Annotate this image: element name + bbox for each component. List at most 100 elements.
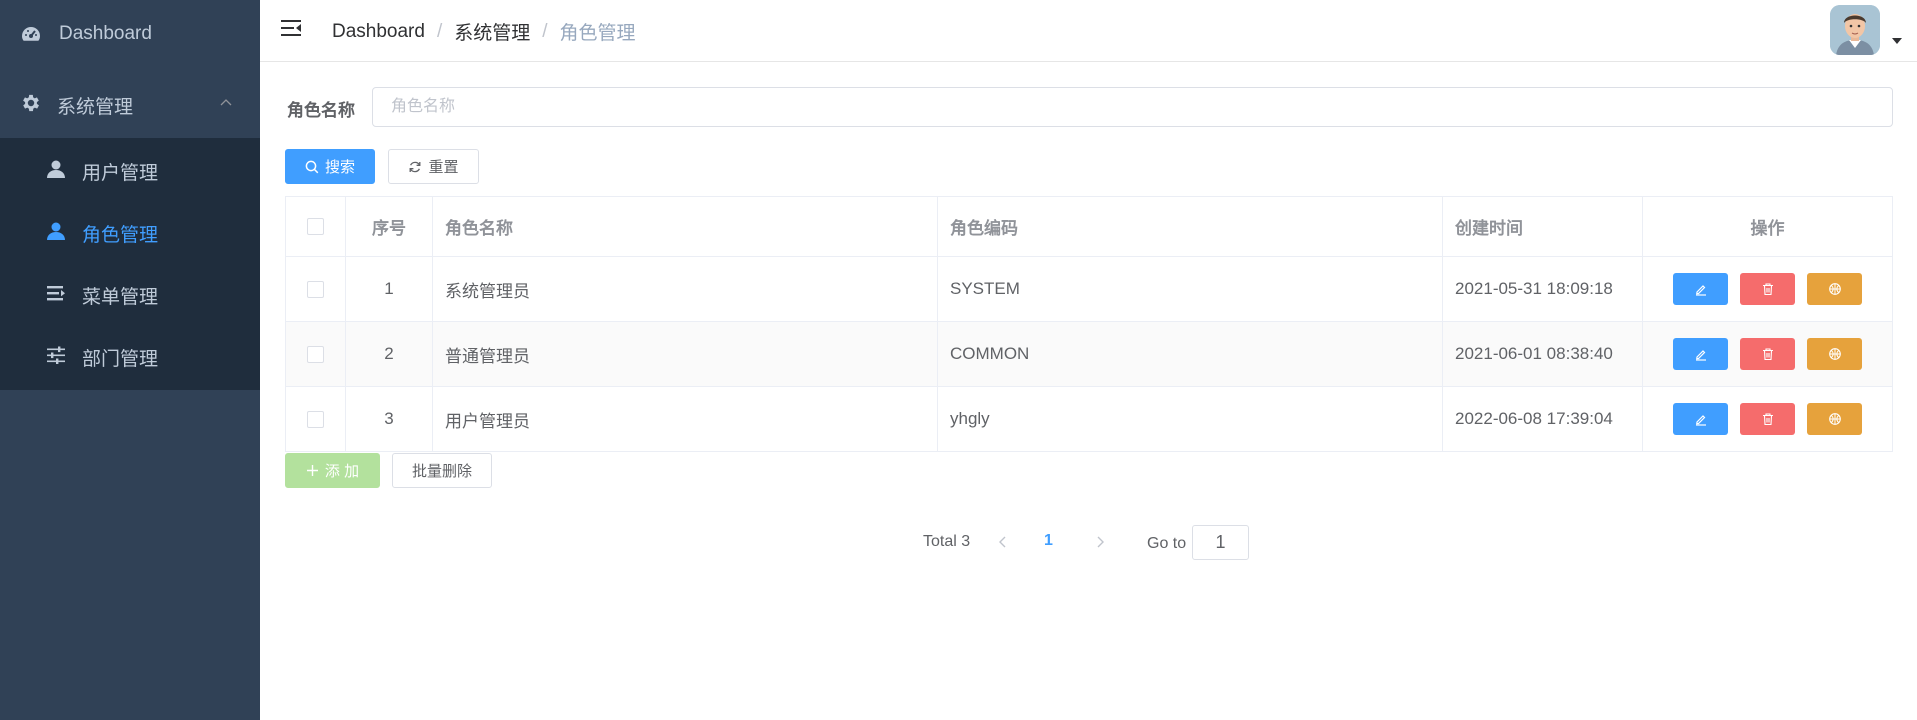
role-name-label: 角色名称 — [287, 101, 355, 120]
sidebar-item-dashboard-label: Dashboard — [59, 23, 152, 44]
chevron-left-icon[interactable] — [995, 533, 1011, 551]
batch-delete-button-label: 批量删除 — [411, 463, 472, 480]
reset-button[interactable]: 重置 — [388, 149, 479, 184]
column-header-index: 序号 — [346, 197, 433, 256]
user-icon — [45, 220, 67, 242]
sidebar: Dashboard 系统管理 用户管理 角色管理 菜单管理 部门管理 — [0, 0, 260, 720]
sidebar-item-users-label: 用户管理 — [82, 163, 159, 184]
table-header-row: 序号 角色名称 角色编码 创建时间 操作 — [286, 197, 1892, 257]
row-actions — [1643, 322, 1892, 386]
table-row: 2 普通管理员 COMMON 2021-06-01 08:38:40 — [286, 322, 1892, 387]
row-checkbox-cell — [286, 322, 346, 386]
permission-button[interactable] — [1807, 403, 1862, 435]
column-header-created-time: 创建时间 — [1443, 197, 1643, 256]
search-button[interactable]: 搜索 — [285, 149, 375, 184]
user-icon — [45, 158, 67, 180]
gear-icon — [20, 92, 42, 114]
add-button[interactable]: 添 加 — [285, 453, 380, 488]
basketball-icon — [1828, 413, 1841, 425]
delete-button[interactable] — [1740, 273, 1795, 305]
search-button-label: 搜索 — [324, 159, 355, 176]
pagination-total: Total 3 — [923, 533, 971, 550]
breadcrumb-separator: / — [436, 20, 443, 42]
search-icon — [305, 160, 319, 173]
row-role-code: yhgly — [938, 387, 1443, 451]
refresh-icon — [410, 161, 421, 172]
row-created-time: 2022-06-08 17:39:04 — [1443, 387, 1643, 451]
sidebar-item-dashboard[interactable]: Dashboard — [0, 0, 260, 68]
column-header-role-name: 角色名称 — [433, 197, 938, 256]
chevron-right-icon[interactable] — [1092, 533, 1108, 551]
edit-button[interactable] — [1673, 273, 1728, 305]
edit-icon — [1695, 415, 1706, 426]
row-role-code: SYSTEM — [938, 257, 1443, 321]
reset-button-label: 重置 — [428, 159, 459, 176]
sidebar-item-roles[interactable]: 角色管理 — [0, 200, 260, 262]
chevron-up-icon — [220, 99, 232, 106]
plus-icon — [306, 465, 318, 476]
row-index: 2 — [346, 322, 433, 386]
row-role-name: 普通管理员 — [433, 322, 938, 386]
sidebar-item-system-label: 系统管理 — [57, 97, 134, 118]
trash-icon — [1762, 283, 1773, 296]
breadcrumb-item-dashboard[interactable]: Dashboard — [332, 21, 425, 43]
select-all-checkbox[interactable] — [307, 218, 324, 235]
row-role-name: 系统管理员 — [433, 257, 938, 321]
breadcrumb-separator: / — [542, 20, 548, 42]
row-actions — [1643, 387, 1892, 451]
table-row: 1 系统管理员 SYSTEM 2021-05-31 18:09:18 — [286, 257, 1892, 322]
row-created-time: 2021-06-01 08:38:40 — [1443, 322, 1643, 386]
trash-icon — [1762, 348, 1773, 361]
row-checkbox[interactable] — [307, 280, 324, 298]
row-role-code: COMMON — [938, 322, 1443, 386]
permission-button[interactable] — [1807, 338, 1862, 370]
delete-button[interactable] — [1740, 338, 1795, 370]
row-checkbox-cell — [286, 257, 346, 321]
permission-button[interactable] — [1807, 273, 1862, 305]
role-name-search-input[interactable] — [372, 87, 1893, 127]
basketball-icon — [1828, 348, 1841, 360]
column-header-role-code: 角色编码 — [938, 197, 1443, 256]
row-checkbox[interactable] — [307, 410, 324, 428]
row-checkbox[interactable] — [307, 345, 324, 363]
basketball-icon — [1828, 283, 1841, 295]
edit-button[interactable] — [1673, 403, 1728, 435]
edit-button[interactable] — [1673, 338, 1728, 370]
dashboard-icon — [20, 23, 42, 45]
pagination-page-current[interactable]: 1 — [1044, 532, 1053, 550]
column-header-actions: 操作 — [1750, 219, 1785, 238]
breadcrumb: Dashboard / 系统管理 / 角色管理 — [332, 18, 636, 45]
menu-list-icon — [45, 282, 67, 304]
delete-button[interactable] — [1740, 403, 1795, 435]
hamburger-icon[interactable] — [280, 17, 302, 39]
sidebar-item-menus-label: 菜单管理 — [82, 287, 159, 308]
edit-icon — [1695, 350, 1706, 361]
top-navbar: Dashboard / 系统管理 / 角色管理 — [260, 0, 1917, 62]
sidebar-item-users[interactable]: 用户管理 — [0, 138, 260, 200]
row-index: 3 — [346, 387, 433, 451]
roles-table: 序号 角色名称 角色编码 创建时间 操作 1 系统管理员 SYSTEM 2021… — [285, 196, 1893, 452]
trash-icon — [1762, 413, 1773, 426]
batch-delete-button[interactable]: 批量删除 — [392, 453, 492, 488]
row-actions — [1643, 257, 1892, 321]
row-role-name: 用户管理员 — [433, 387, 938, 451]
sidebar-item-menus[interactable]: 菜单管理 — [0, 262, 260, 324]
pagination-goto-label: Go to — [1147, 535, 1187, 552]
breadcrumb-item-current: 角色管理 — [559, 23, 636, 44]
sliders-icon — [45, 344, 67, 366]
avatar[interactable] — [1830, 5, 1880, 55]
sidebar-item-departments-label: 部门管理 — [82, 349, 159, 370]
caret-down-icon[interactable] — [1892, 38, 1902, 44]
row-index: 1 — [346, 257, 433, 321]
sidebar-item-system[interactable]: 系统管理 — [0, 68, 260, 138]
pagination-goto-input[interactable] — [1192, 525, 1249, 560]
breadcrumb-item-system[interactable]: 系统管理 — [454, 18, 530, 45]
submenu-system: 用户管理 角色管理 菜单管理 部门管理 — [0, 138, 260, 390]
row-checkbox-cell — [286, 387, 346, 451]
header-checkbox-cell — [286, 197, 346, 256]
edit-icon — [1695, 285, 1706, 296]
sidebar-item-roles-label: 角色管理 — [82, 225, 159, 246]
table-row: 3 用户管理员 yhgly 2022-06-08 17:39:04 — [286, 387, 1892, 452]
add-button-label: 添 加 — [324, 463, 360, 480]
sidebar-item-departments[interactable]: 部门管理 — [0, 324, 260, 386]
